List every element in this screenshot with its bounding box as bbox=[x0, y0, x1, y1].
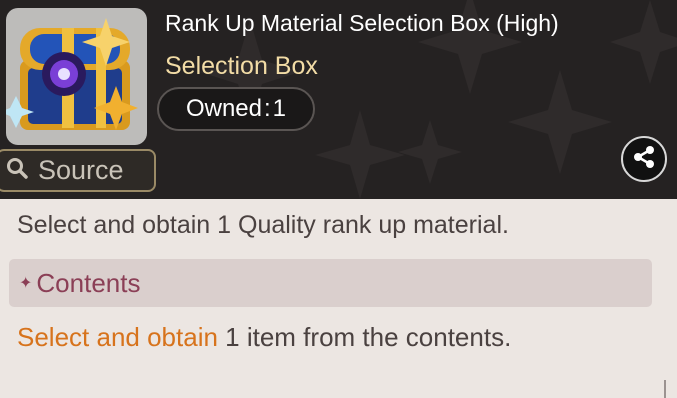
item-title: Rank Up Material Selection Box (High) bbox=[165, 10, 559, 36]
owned-count-badge: Owned : 1 bbox=[157, 87, 315, 131]
item-description: Select and obtain 1 Quality rank up mate… bbox=[17, 211, 509, 239]
source-label: Source bbox=[38, 155, 124, 185]
scrollbar[interactable] bbox=[664, 380, 666, 398]
treasure-chest-icon bbox=[6, 8, 147, 145]
owned-separator: : bbox=[264, 95, 271, 122]
source-button[interactable]: Source bbox=[0, 149, 156, 192]
contents-section-header: ✦ Contents bbox=[9, 259, 652, 307]
share-icon bbox=[632, 145, 656, 174]
contents-description: Select and obtain 1 item from the conten… bbox=[17, 316, 537, 358]
contents-label: Contents bbox=[36, 267, 141, 298]
contents-rest-text: 1 item from the contents. bbox=[217, 322, 512, 352]
item-header: Rank Up Material Selection Box (High) Se… bbox=[0, 0, 677, 199]
share-button[interactable] bbox=[621, 136, 667, 182]
search-icon bbox=[6, 155, 28, 186]
owned-label: Owned bbox=[185, 95, 262, 122]
owned-value: 1 bbox=[272, 95, 287, 122]
contents-highlight-text: Select and obtain bbox=[17, 322, 218, 352]
item-type: Selection Box bbox=[165, 52, 318, 80]
diamond-icon: ✦ bbox=[19, 275, 33, 292]
